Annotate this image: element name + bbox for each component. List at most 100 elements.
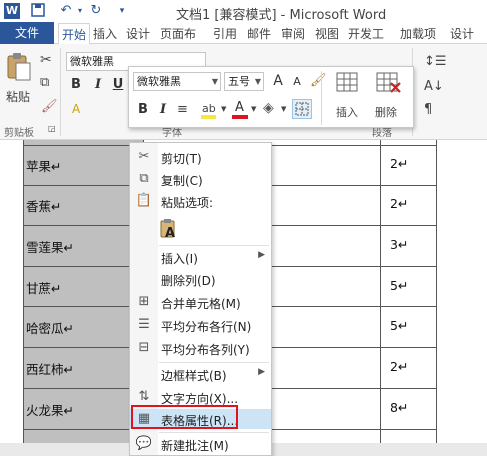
chevron-down-icon[interactable]: ▼ bbox=[221, 105, 226, 113]
word-logo-icon[interactable]: W bbox=[4, 3, 20, 19]
new-comment-icon: 💬 bbox=[135, 436, 153, 451]
menu-item-label: 复制(C) bbox=[161, 174, 203, 188]
mini-font-name-value: 微软雅黑 bbox=[137, 75, 181, 88]
table-cell-value[interactable]: 2↵ bbox=[390, 359, 408, 374]
table-cell-value[interactable]: 5↵ bbox=[390, 278, 408, 293]
text-direction-icon: ⇅ bbox=[138, 389, 150, 404]
tab-references[interactable]: 引用 bbox=[213, 25, 237, 42]
text-effects-icon[interactable]: A bbox=[72, 102, 80, 116]
paste-keep-text-letter: A bbox=[165, 226, 176, 241]
menu-item-label: 粘贴选项: bbox=[161, 196, 214, 210]
menu-item-text-direction[interactable]: ⇅ 文字方向(X)... bbox=[130, 387, 271, 407]
submenu-arrow-icon: ▶ bbox=[258, 367, 265, 377]
font-color-icon[interactable]: A bbox=[231, 100, 249, 120]
delete-label[interactable]: 删除 bbox=[375, 104, 397, 120]
chevron-down-icon[interactable]: ▼ bbox=[281, 105, 286, 113]
font-color-letter: A bbox=[235, 100, 244, 115]
menu-item-merge-cells[interactable]: ⊞ 合并单元格(M) bbox=[130, 292, 271, 312]
font-color-swatch bbox=[232, 115, 248, 119]
menu-item-cut[interactable]: ✂ 剪切(T) bbox=[130, 147, 271, 167]
dialog-launcher-icon[interactable]: ◲ bbox=[48, 124, 56, 133]
line-spacing-icon[interactable]: ↕☰ bbox=[424, 54, 447, 69]
table-cell-name[interactable]: 雪莲果↵ bbox=[26, 237, 74, 256]
redo-icon[interactable]: ↻ bbox=[88, 3, 104, 19]
table-cell-name[interactable]: 苹果↵ bbox=[26, 156, 61, 175]
chevron-down-icon[interactable]: ▼ bbox=[251, 105, 256, 113]
submenu-arrow-icon: ▶ bbox=[258, 250, 265, 260]
table-cell-value[interactable]: 3↵ bbox=[390, 237, 408, 252]
menu-item-insert[interactable]: 插入(I) ▶ bbox=[130, 247, 271, 267]
menu-item-paste-keep-text[interactable]: A bbox=[130, 216, 271, 242]
grow-font-button[interactable]: A bbox=[270, 72, 286, 90]
font-name-value: 微软雅黑 bbox=[70, 55, 114, 68]
tab-insert[interactable]: 插入 bbox=[93, 25, 117, 42]
table-cell-value[interactable]: 2↵ bbox=[390, 156, 408, 171]
save-icon[interactable] bbox=[30, 3, 46, 19]
tab-file[interactable]: 文件 bbox=[0, 22, 54, 44]
copy-icon[interactable]: ⧉ bbox=[40, 75, 49, 90]
table-cell-name[interactable]: 哈密瓜↵ bbox=[26, 318, 74, 337]
tab-table-design[interactable]: 设计 bbox=[450, 25, 474, 42]
tab-review[interactable]: 审阅 bbox=[281, 25, 305, 42]
borders-icon[interactable] bbox=[292, 99, 312, 119]
paste-icon[interactable] bbox=[6, 52, 32, 82]
menu-item-distribute-rows[interactable]: ☰ 平均分布各行(N) bbox=[130, 315, 271, 335]
undo-dropdown-icon[interactable]: ▾ bbox=[72, 3, 88, 19]
delete-table-icon[interactable] bbox=[375, 71, 403, 95]
table-cell-name[interactable]: 甘蔗↵ bbox=[26, 278, 61, 297]
mini-italic-button[interactable]: I bbox=[155, 101, 171, 119]
tab-developer[interactable]: 开发工 bbox=[348, 25, 384, 42]
tab-home[interactable]: 开始 bbox=[58, 23, 91, 45]
menu-item-label: 合并单元格(M) bbox=[161, 297, 241, 311]
customize-qat-icon[interactable]: ▾ bbox=[114, 3, 130, 19]
underline-button[interactable]: U bbox=[110, 76, 126, 94]
scissors-icon: ✂ bbox=[138, 149, 150, 164]
tab-design[interactable]: 设计 bbox=[126, 25, 150, 42]
svg-text:ab: ab bbox=[202, 102, 216, 115]
tab-mailings[interactable]: 邮件 bbox=[247, 25, 271, 42]
menu-item-new-comment[interactable]: 💬 新建批注(M) bbox=[130, 434, 271, 454]
format-painter-icon[interactable]: 🖌 bbox=[41, 99, 58, 114]
tab-view[interactable]: 视图 bbox=[315, 25, 339, 42]
center-align-icon[interactable]: ≡ bbox=[177, 102, 188, 117]
insert-table-icon[interactable] bbox=[335, 71, 361, 95]
menu-item-border-styles[interactable]: 边框样式(B) ▶ bbox=[130, 364, 271, 384]
cut-icon[interactable]: ✂ bbox=[40, 52, 52, 68]
italic-button[interactable]: I bbox=[90, 76, 106, 94]
ribbon-tabs: 文件 开始 插入 设计 页面布 引用 邮件 审阅 视图 开发工 加载项 设计 bbox=[0, 22, 487, 45]
mini-font-size-combo[interactable]: 五号 ▼ bbox=[224, 72, 264, 91]
menu-item-label: 剪切(T) bbox=[161, 152, 202, 166]
table-cell-name[interactable]: 香蕉↵ bbox=[26, 196, 61, 215]
table-cell-value[interactable]: 2↵ bbox=[390, 196, 408, 211]
table-cell-value[interactable]: 5↵ bbox=[390, 318, 408, 333]
title-bar: W ↶ ▾ ↻ ▾ 文档1 [兼容模式] - Microsoft Word bbox=[0, 0, 487, 23]
mini-bold-button[interactable]: B bbox=[135, 101, 151, 119]
table-cell-name[interactable]: 火龙果↵ bbox=[26, 400, 74, 419]
menu-item-paste-options: 📋 粘贴选项: bbox=[130, 191, 271, 211]
clipboard-icon: 📋 bbox=[135, 193, 153, 208]
paste-keep-text-icon: A bbox=[159, 219, 179, 241]
copy-icon: ⧉ bbox=[139, 171, 149, 186]
menu-item-label: 边框样式(B) bbox=[161, 369, 227, 383]
paste-button-label[interactable]: 粘贴 bbox=[6, 88, 30, 105]
table-cell-value[interactable]: 8↵ bbox=[390, 400, 408, 415]
tab-addins[interactable]: 加载项 bbox=[400, 25, 436, 42]
tab-page-layout[interactable]: 页面布 bbox=[160, 25, 196, 42]
shading-icon[interactable]: ◈ bbox=[263, 100, 274, 116]
menu-item-distribute-columns[interactable]: ⊟ 平均分布各列(Y) bbox=[130, 338, 271, 358]
menu-item-label: 插入(I) bbox=[161, 252, 198, 266]
insert-label[interactable]: 插入 bbox=[336, 104, 358, 120]
format-painter-icon[interactable]: 🖌 bbox=[310, 73, 327, 88]
menu-item-copy[interactable]: ⧉ 复制(C) bbox=[130, 169, 271, 189]
sort-icon[interactable]: A↓ bbox=[424, 79, 444, 94]
highlight-callout-box bbox=[131, 405, 238, 429]
distribute-columns-icon: ⊟ bbox=[138, 340, 150, 355]
shrink-font-button[interactable]: A bbox=[289, 73, 305, 91]
highlight-icon[interactable]: ab bbox=[199, 100, 219, 120]
window-title: 文档1 [兼容模式] - Microsoft Word bbox=[176, 8, 387, 23]
table-cell-name[interactable]: 西红柿↵ bbox=[26, 359, 74, 378]
show-marks-icon[interactable]: ¶ bbox=[424, 102, 432, 117]
bold-button[interactable]: B bbox=[68, 76, 84, 94]
mini-font-name-combo[interactable]: 微软雅黑 ▼ bbox=[133, 72, 221, 91]
menu-item-delete-column[interactable]: 删除列(D) bbox=[130, 269, 271, 289]
